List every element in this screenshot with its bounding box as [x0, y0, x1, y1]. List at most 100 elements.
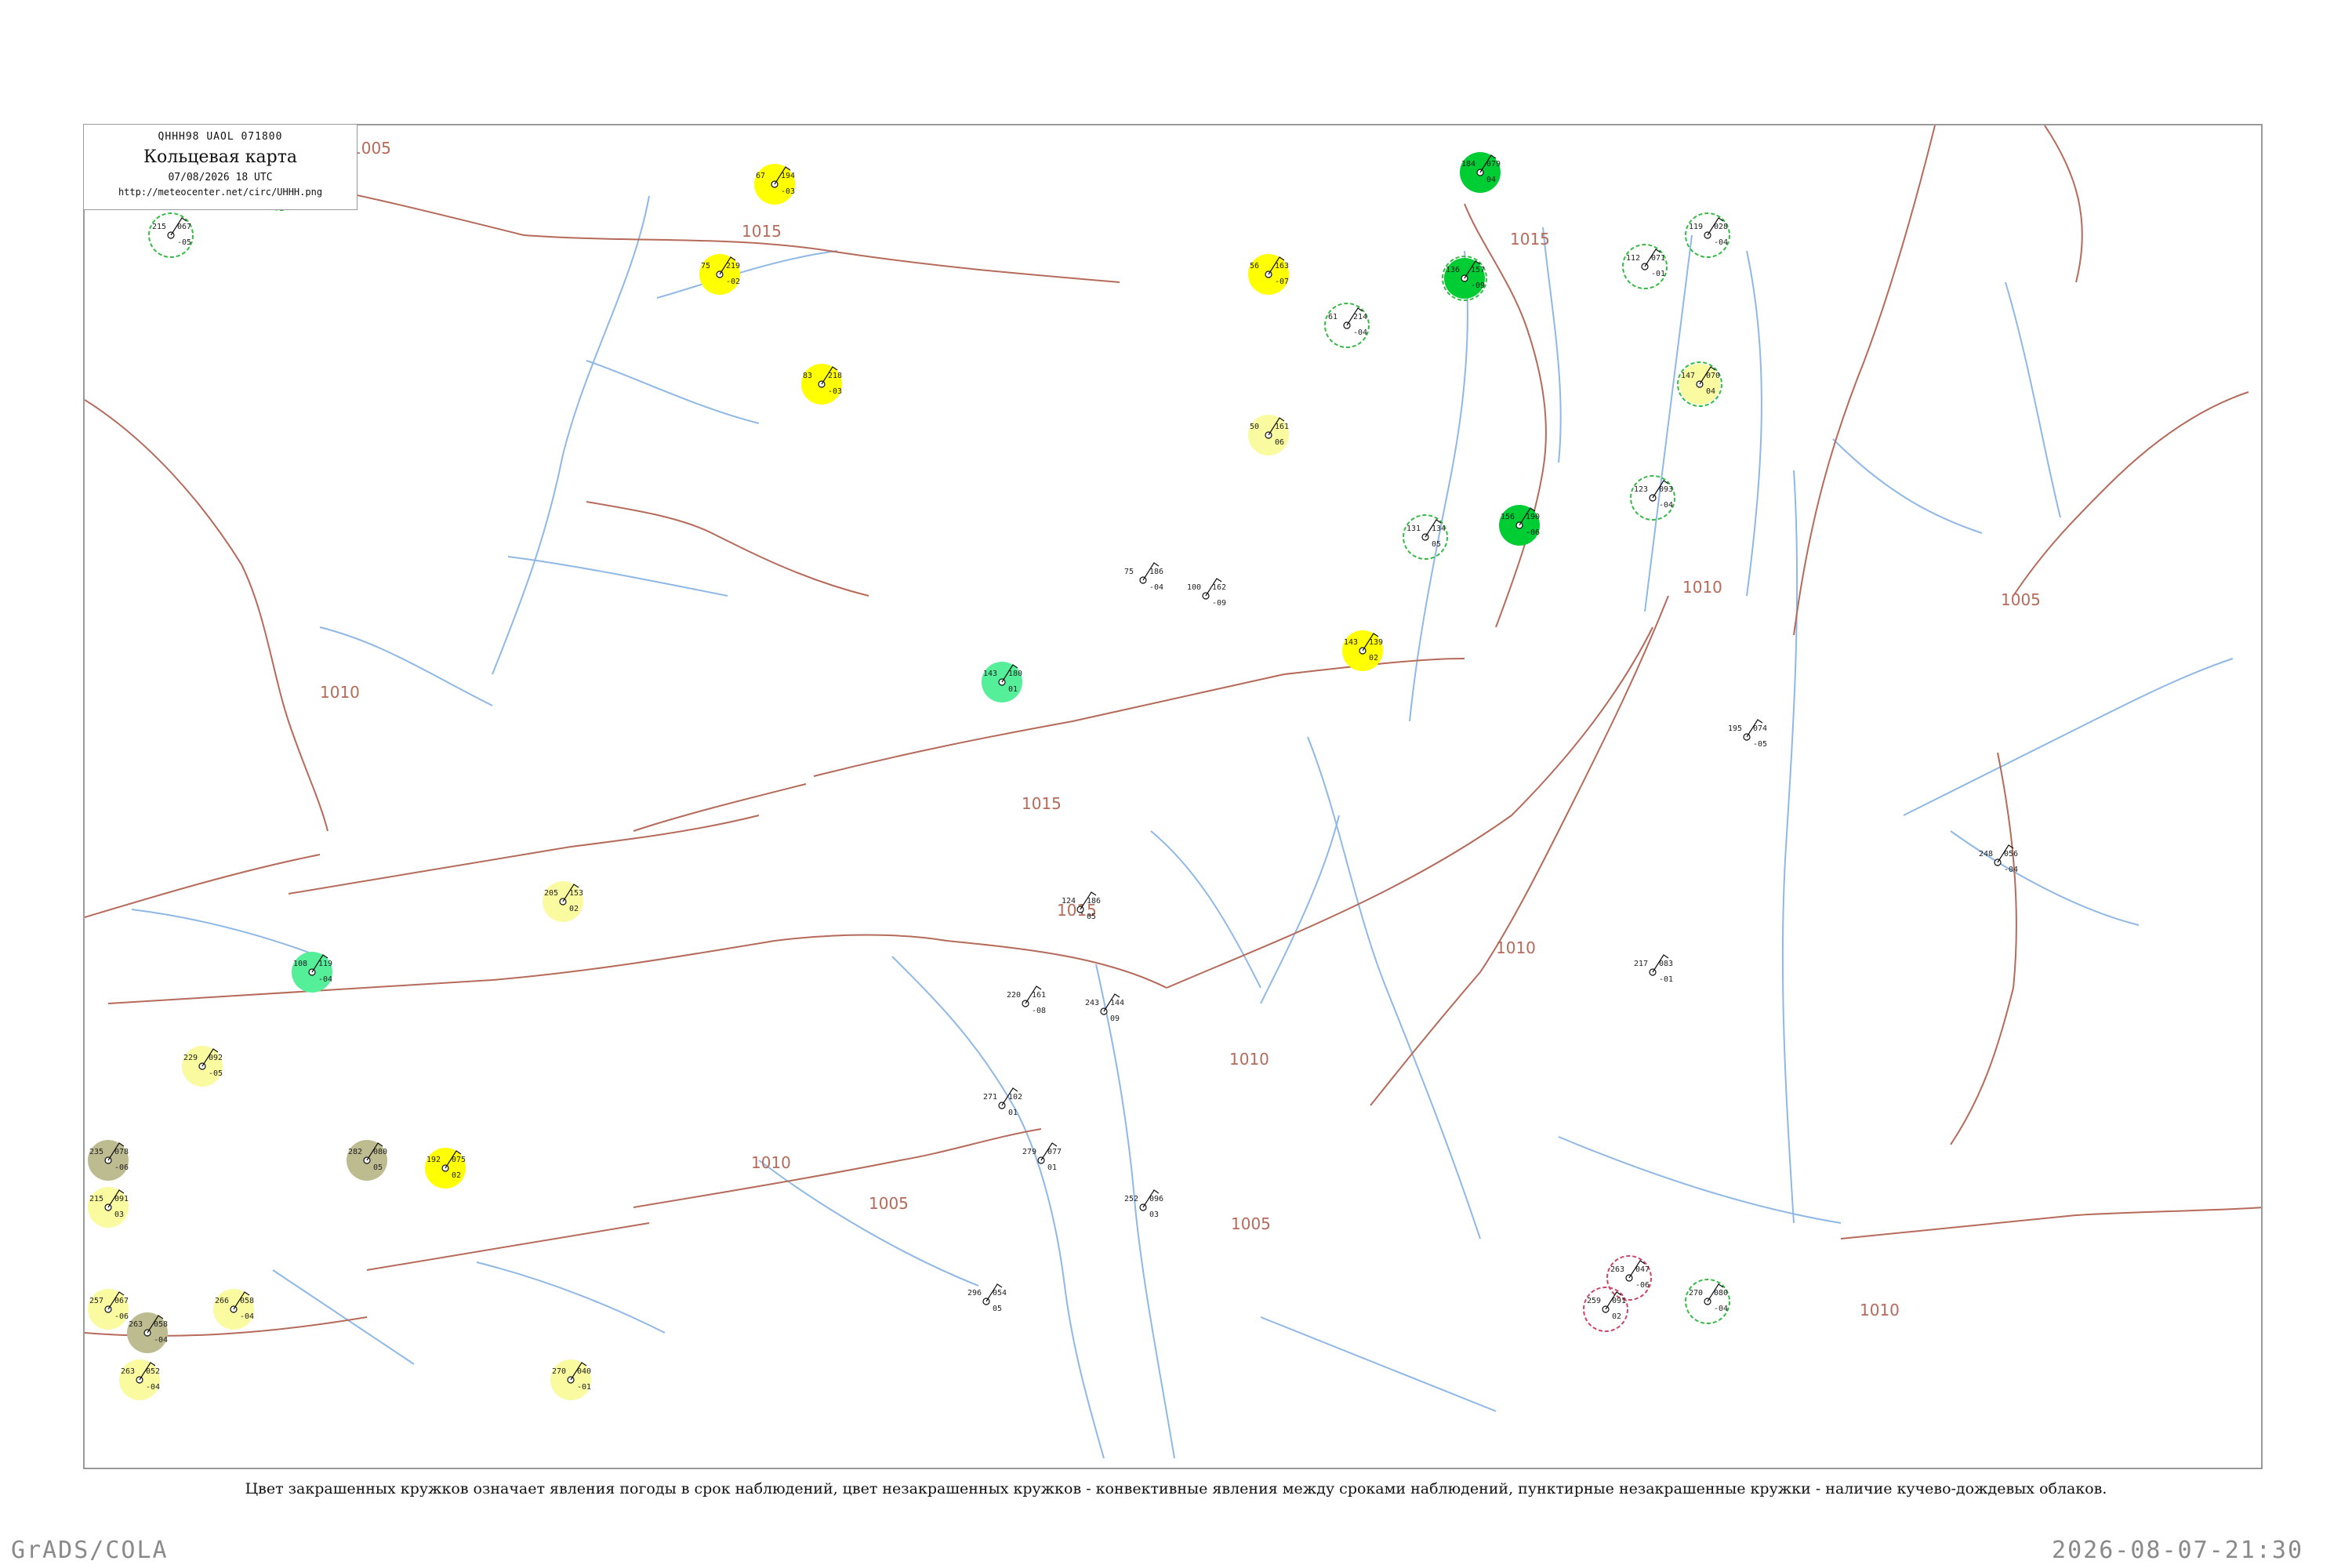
station-tendency: -01: [577, 1383, 591, 1392]
station-pressure: 077: [1047, 1148, 1062, 1156]
station-marker[interactable]: 67 194 -03: [754, 164, 795, 205]
station-marker[interactable]: 123 093 -04: [1630, 475, 1675, 521]
station-marker[interactable]: 217 083 -01: [1634, 954, 1673, 984]
station-temp: 131: [1406, 524, 1421, 533]
station-pressure: 190: [1526, 513, 1540, 521]
station-marker[interactable]: 75 219 -02: [699, 254, 740, 295]
station-marker[interactable]: 252 096 03: [1124, 1189, 1163, 1219]
station-marker[interactable]: 229 092 -05: [182, 1046, 223, 1087]
station-marker[interactable]: 75 186 -04: [1124, 562, 1163, 592]
station-tendency: -04: [154, 1336, 168, 1345]
station-temp: 252: [1124, 1195, 1138, 1203]
station-pressure: 161: [1275, 423, 1289, 431]
station-marker[interactable]: 100 162 -09: [1187, 578, 1226, 608]
station-marker[interactable]: 136 157 -09: [1442, 256, 1487, 301]
map-source-url[interactable]: http://meteocenter.net/circ/UHHH.png: [84, 187, 357, 198]
station-marker[interactable]: 263 047 -06: [1606, 1255, 1652, 1301]
station-marker[interactable]: 195 074 -05: [1728, 719, 1767, 749]
station-pressure: 091: [114, 1195, 129, 1203]
station-marker[interactable]: 257 067 -06: [88, 1289, 129, 1330]
station-pressure: 054: [993, 1289, 1007, 1298]
isobars: [85, 125, 2261, 1337]
station-marker[interactable]: 270 080 -04: [1685, 1279, 1730, 1324]
isobar-label: 1010: [1496, 938, 1536, 957]
station-temp: 192: [426, 1156, 441, 1164]
station-temp: 263: [129, 1320, 143, 1329]
station-pressure: 047: [1635, 1265, 1650, 1274]
station-tendency: -04: [1714, 1305, 1728, 1313]
station-pressure: 052: [146, 1367, 160, 1376]
station-temp: 100: [1187, 583, 1201, 592]
station-marker[interactable]: 192 075 02: [425, 1148, 466, 1189]
station-tendency: 02: [452, 1171, 461, 1180]
station-temp: 119: [1689, 223, 1703, 231]
station-marker[interactable]: 215 091 03: [88, 1187, 129, 1228]
isobar-label: 1005: [1231, 1214, 1271, 1233]
rivers: [131, 195, 2234, 1459]
station-marker[interactable]: 263 052 -04: [119, 1359, 160, 1400]
station-pressure: 186: [1087, 897, 1101, 906]
software-credit: GrADS/COLA: [11, 1537, 169, 1564]
station-marker[interactable]: 147 070 04: [1677, 361, 1722, 407]
station-temp: 296: [967, 1289, 982, 1298]
station-pressure: 058: [240, 1297, 254, 1305]
station-marker[interactable]: 143 180 01: [982, 662, 1022, 702]
station-marker[interactable]: 235 078 -06: [88, 1140, 129, 1181]
station-tendency: 04: [1486, 176, 1496, 184]
station-marker[interactable]: 282 080 05: [347, 1140, 387, 1181]
station-marker[interactable]: 56 163 -07: [1248, 254, 1289, 295]
station-tendency: 01: [1047, 1163, 1057, 1172]
station-tendency: -03: [828, 387, 842, 396]
station-marker[interactable]: 143 139 02: [1342, 630, 1383, 671]
station-marker[interactable]: 205 153 02: [543, 881, 583, 922]
station-tendency: -05: [177, 238, 191, 247]
station-temp: 67: [756, 172, 765, 180]
map-datetime: 07/08/2026 18 UTC: [168, 172, 273, 183]
station-pressure: 194: [781, 172, 795, 180]
station-marker[interactable]: 279 077 01: [1022, 1142, 1062, 1172]
station-marker[interactable]: 263 058 -04: [127, 1312, 168, 1353]
station-marker[interactable]: 61 214 -04: [1324, 303, 1370, 348]
station-tendency: 02: [569, 905, 579, 913]
station-temp: 108: [293, 960, 307, 968]
station-tendency: -03: [781, 187, 795, 196]
station-marker[interactable]: 112 071 -01: [1622, 244, 1668, 289]
station-marker[interactable]: 266 058 -04: [213, 1289, 254, 1330]
station-temp: 112: [1626, 254, 1640, 263]
station-marker[interactable]: 259 091 02: [1583, 1287, 1628, 1332]
station-marker[interactable]: 50 161 06: [1248, 415, 1289, 456]
station-marker[interactable]: 184 079 04: [1460, 152, 1501, 193]
station-marker[interactable]: 270 040 -01: [550, 1359, 591, 1400]
station-marker[interactable]: 271 102 01: [983, 1087, 1022, 1117]
station-marker[interactable]: 119 028 -04: [1685, 212, 1730, 258]
station-tendency: 04: [1706, 387, 1715, 396]
station-layer: 102185-0714114611215067-0567194-0356163-…: [88, 152, 2018, 1400]
station-marker[interactable]: 296 054 05: [967, 1283, 1007, 1313]
station-marker[interactable]: 243 144 09: [1085, 993, 1124, 1023]
station-pressure: 067: [114, 1297, 129, 1305]
station-temp: 75: [701, 262, 710, 270]
station-marker[interactable]: 220 161 -08: [1007, 985, 1046, 1015]
station-tendency: 05: [1087, 913, 1096, 921]
station-temp: 243: [1085, 999, 1099, 1007]
station-pressure: 180: [1008, 670, 1022, 678]
station-tendency: -04: [240, 1312, 254, 1321]
station-pressure: 080: [373, 1148, 387, 1156]
station-marker[interactable]: 215 067 -05: [148, 212, 194, 258]
station-temp: 184: [1461, 160, 1475, 169]
map-title-box: QHHH98 UAOL 071800 Кольцевая карта 07/08…: [83, 124, 358, 210]
station-marker[interactable]: 156 190 -06: [1499, 505, 1540, 546]
station-marker[interactable]: 248 056 -04: [1979, 844, 2018, 874]
station-pressure: 079: [1486, 160, 1501, 169]
station-tendency: 03: [114, 1210, 124, 1219]
map-title: Кольцевая карта: [143, 147, 297, 167]
station-tendency: 03: [1149, 1210, 1159, 1219]
station-marker[interactable]: 131 134 05: [1403, 514, 1448, 560]
station-temp: 205: [544, 889, 558, 898]
station-marker[interactable]: 108 119 -04: [292, 952, 332, 993]
station-tendency: -04: [1353, 328, 1367, 337]
station-tendency: -06: [1635, 1281, 1650, 1290]
station-temp: 75: [1124, 568, 1134, 576]
station-tendency: -04: [1149, 583, 1163, 592]
station-marker[interactable]: 83 218 -03: [801, 364, 842, 405]
